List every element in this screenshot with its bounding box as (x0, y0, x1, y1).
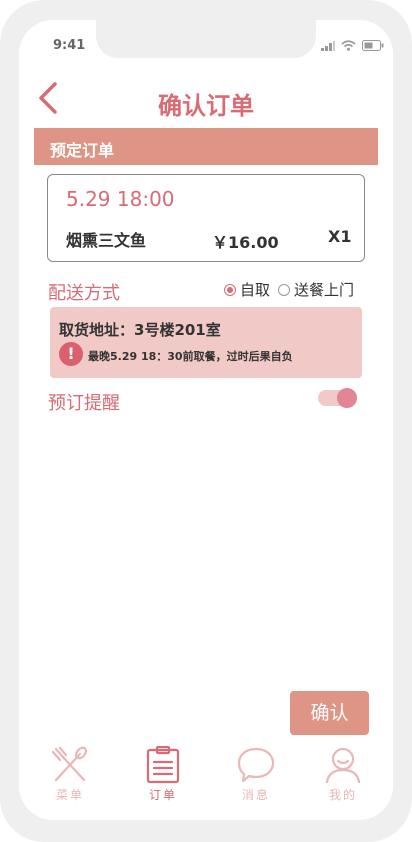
confirm-button[interactable]: 确认 (290, 691, 369, 735)
tab-orders[interactable]: 订单 (133, 746, 193, 806)
tab-profile-label: 我的 (328, 788, 357, 802)
order-card: 5.29 18:00 烟熏三文鱼 ￥16.00 X1 (47, 174, 365, 262)
signal-icon (321, 40, 335, 51)
pickup-address: 取货地址：3号楼201室 (59, 321, 221, 339)
page-title: 确认订单 (158, 92, 254, 120)
radio-delivery[interactable] (278, 283, 291, 296)
tab-profile[interactable]: 我的 (313, 746, 373, 806)
order-price: ￥16.00 (212, 233, 279, 252)
radio-label-delivery: 送餐上门 (294, 281, 355, 299)
phone-frame: 9:41 确认订单 预定订单 5.29 18:00 烟熏三文鱼 ￥16.00 X… (0, 0, 412, 842)
section-title: 预定订单 (50, 141, 115, 160)
user-icon (325, 747, 361, 784)
tab-menu[interactable]: 菜单 (40, 746, 100, 806)
fork-knife-icon (51, 746, 88, 782)
radio-option-delivery[interactable]: 送餐上门 (278, 279, 354, 300)
chat-bubble-icon (237, 747, 275, 783)
status-time: 9:41 (53, 38, 86, 53)
screen: 9:41 确认订单 预定订单 5.29 18:00 烟熏三文鱼 ￥16.00 X… (19, 20, 393, 820)
section-header: 预定订单 (34, 128, 378, 165)
tab-messages[interactable]: 消息 (226, 746, 286, 806)
notch (96, 20, 316, 58)
status-icons (321, 40, 384, 51)
pickup-note: 最晚5.29 18：30前取餐，过时后果自负 (88, 350, 293, 363)
radio-self-pickup[interactable] (224, 283, 236, 296)
battery-icon (362, 40, 384, 51)
order-time: 5.29 18:00 (66, 187, 175, 211)
toggle-knob (337, 388, 357, 408)
reminder-toggle[interactable] (318, 388, 358, 408)
delivery-method-radio-group: 自取 送餐上门 (224, 279, 362, 300)
tab-orders-label: 订单 (148, 788, 177, 802)
radio-label-self-pickup: 自取 (240, 281, 271, 299)
clipboard-icon (146, 746, 180, 784)
bottom-tab-bar: 菜单 订单 消息 我的 (19, 746, 393, 820)
warning-icon: ! (59, 342, 83, 366)
reminder-label: 预订提醒 (48, 393, 120, 414)
radio-option-self-pickup[interactable]: 自取 (224, 279, 270, 300)
pickup-info-box: 取货地址：3号楼201室 ! 最晚5.29 18：30前取餐，过时后果自负 (50, 307, 362, 378)
tab-menu-label: 菜单 (55, 788, 84, 802)
order-item-name: 烟熏三文鱼 (66, 231, 147, 250)
wifi-icon (341, 40, 356, 51)
delivery-method-label: 配送方式 (48, 283, 120, 304)
order-quantity: X1 (328, 227, 352, 246)
tab-messages-label: 消息 (241, 788, 270, 802)
